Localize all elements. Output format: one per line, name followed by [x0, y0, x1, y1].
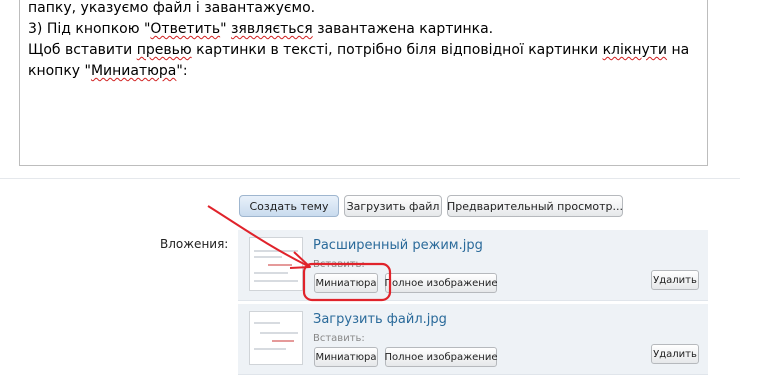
attachment-thumbnail-image[interactable]: [249, 311, 303, 365]
panel-divider: [0, 178, 740, 179]
upload-file-button[interactable]: Загрузить файл: [344, 195, 442, 217]
attachment-row: Расширенный режим.jpg Вставить: Миниатюр…: [238, 230, 708, 301]
editor-line: папку, указуємо файл і завантажуємо.: [28, 0, 316, 16]
full-image-button[interactable]: Полное изображение: [385, 273, 497, 293]
delete-button[interactable]: Удалить: [651, 344, 699, 364]
misspelled-word: Ответить: [150, 21, 221, 37]
attachment-file-name[interactable]: Загрузить файл.jpg: [313, 312, 447, 327]
attachment-file-name[interactable]: Расширенный режим.jpg: [313, 238, 483, 253]
thumbnail-button[interactable]: Миниатюра: [314, 273, 378, 293]
misspelled-word: Миниатюра: [90, 63, 177, 79]
editor-line: 3) Під кнопкою "Ответить" зявляється зав…: [28, 21, 494, 37]
editor-line: Щоб вставити превью картинки в тексті, п…: [28, 42, 690, 58]
misspelled-word: превью: [136, 42, 192, 58]
preview-button[interactable]: Предварительный просмотр...: [447, 195, 623, 217]
insert-label: Вставить:: [313, 259, 365, 270]
misspelled-word: зявляється: [230, 21, 313, 37]
insert-label: Вставить:: [313, 333, 365, 344]
attachment-thumbnail-image[interactable]: [249, 237, 303, 291]
full-image-button[interactable]: Полное изображение: [385, 347, 497, 367]
misspelled-word: клікнути: [602, 42, 668, 58]
create-topic-button[interactable]: Создать тему: [239, 195, 339, 217]
attachments-label: Вложения:: [160, 237, 229, 251]
attachment-row: Загрузить файл.jpg Вставить: Миниатюра П…: [238, 304, 708, 375]
delete-button[interactable]: Удалить: [651, 270, 699, 290]
editor-line: кнопку "Миниатюра":: [28, 63, 188, 79]
thumbnail-button[interactable]: Миниатюра: [314, 347, 378, 367]
message-editor[interactable]: папку, указуємо файл і завантажуємо. 3) …: [19, 0, 708, 166]
